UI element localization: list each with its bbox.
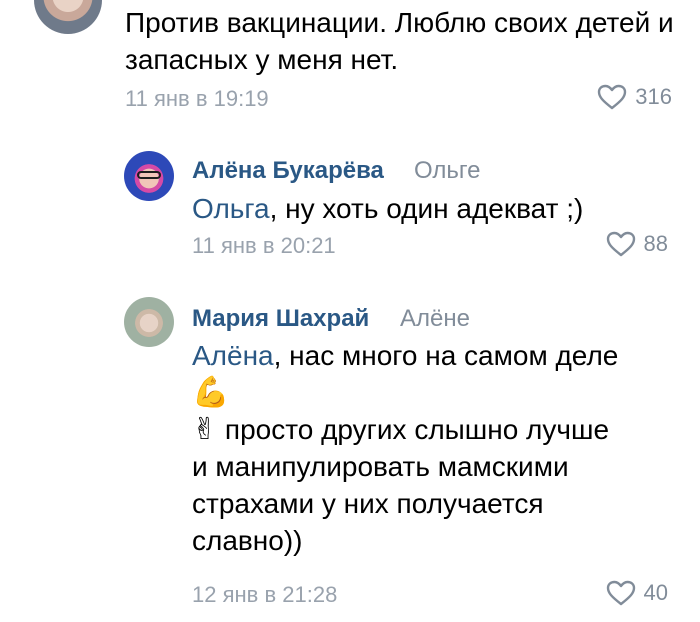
- author-name[interactable]: Алёна Букарёва: [192, 157, 384, 185]
- mention-link[interactable]: Ольга: [192, 193, 270, 224]
- comment-text-line: страхами у них получается: [192, 488, 544, 519]
- mention-link[interactable]: Алёна: [192, 340, 274, 371]
- comment-text-rest: , ну хоть один адекват ;): [269, 193, 584, 224]
- flexed-biceps-emoji: 💪: [192, 375, 230, 410]
- avatar-glasses: [137, 171, 161, 179]
- like-count: 88: [643, 231, 668, 256]
- author-name[interactable]: Мария Шахрай: [192, 305, 369, 333]
- like-button[interactable]: 316: [597, 84, 672, 110]
- avatar[interactable]: [124, 151, 174, 201]
- comment-text-line: и манипулировать мамскими: [192, 451, 569, 482]
- reply-to-label[interactable]: Ольге: [414, 157, 480, 185]
- comment-date[interactable]: 11 янв в 20:21: [192, 233, 336, 259]
- comment-date[interactable]: 11 янв в 19:19: [125, 86, 269, 112]
- comment-text-line: славно)): [192, 525, 303, 556]
- comment-text-line: просто других слышно лучше: [217, 414, 610, 445]
- avatar[interactable]: [34, 0, 102, 34]
- heart-outline-icon: [606, 231, 635, 257]
- reply-to-label[interactable]: Алёне: [400, 305, 470, 333]
- comment-text: Против вакцинации. Люблю своих детей и з…: [125, 7, 674, 75]
- comment-text: Ольга, ну хоть один адекват ;): [192, 190, 682, 227]
- comment-date[interactable]: 12 янв в 21:28: [192, 582, 337, 608]
- like-button[interactable]: 40: [606, 580, 668, 606]
- like-button[interactable]: 88: [606, 231, 668, 257]
- heart-outline-icon: [598, 84, 627, 110]
- comment-text: Алёна, нас много на самом деле 💪 ✌ прост…: [192, 337, 682, 559]
- like-count: 40: [643, 580, 668, 605]
- comments-thread: Против вакцинации. Люблю своих детей и з…: [0, 0, 700, 622]
- like-count: 316: [635, 84, 672, 109]
- comment-text-line: , нас много на самом деле: [273, 340, 619, 371]
- victory-hand-emoji: ✌: [192, 412, 218, 447]
- avatar[interactable]: [124, 297, 174, 347]
- heart-outline-icon: [606, 580, 635, 606]
